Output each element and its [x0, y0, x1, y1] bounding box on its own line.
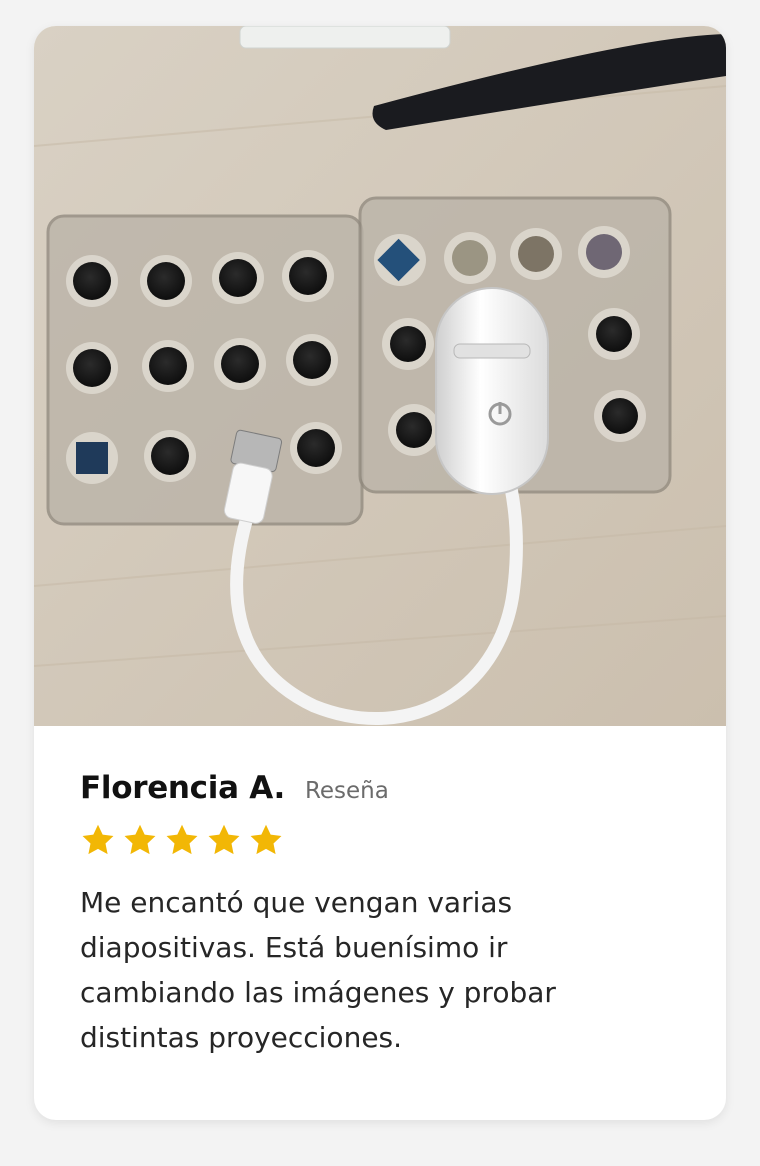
label-card — [239, 26, 451, 49]
review-card: Florencia A. Reseña Me encantó que venga… — [34, 26, 726, 1120]
review-badge: Reseña — [304, 778, 389, 804]
review-header: Florencia A. Reseña — [80, 770, 686, 806]
review-body: Florencia A. Reseña Me encantó que venga… — [80, 770, 686, 1060]
star-icon — [250, 824, 282, 855]
slide-tray-left — [46, 214, 364, 526]
star-icon — [208, 824, 240, 855]
star-icon — [124, 824, 156, 855]
review-photo[interactable] — [34, 26, 726, 726]
star-rating — [80, 822, 686, 858]
star-icon — [166, 824, 198, 855]
author-name: Florencia A. — [80, 770, 285, 806]
star-icon — [82, 824, 114, 855]
review-text: Me encantó que vengan varias diapositiva… — [80, 886, 556, 1054]
projector-device — [435, 287, 549, 495]
